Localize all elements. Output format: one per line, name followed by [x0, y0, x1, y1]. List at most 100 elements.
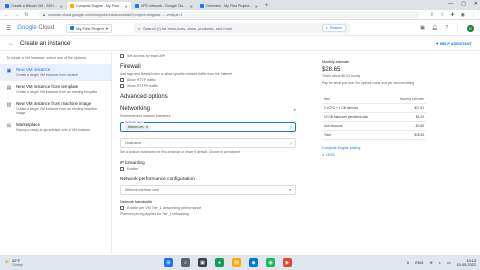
- google-cloud-logo[interactable]: Google Cloud: [17, 25, 54, 31]
- browser-tab[interactable]: Overview - My First Project... ✕: [197, 2, 261, 10]
- table-header-row: Item Monthly estimate: [322, 95, 426, 104]
- more-icon[interactable]: ⋮: [455, 25, 460, 31]
- pricing-link[interactable]: Compute Engine pricing: [322, 146, 474, 150]
- network-tags-field[interactable]: Network tags bitcoin-vm ✕ ?: [120, 120, 296, 132]
- close-tab-icon[interactable]: ✕: [190, 4, 193, 9]
- tab-title: VPC network - Google Cloud...: [141, 4, 188, 8]
- network-tag-chip: bitcoin-vm ✕: [125, 124, 152, 130]
- help-icon[interactable]: ?: [445, 25, 448, 31]
- search-input[interactable]: Search (/) for resources, docs, products…: [143, 26, 322, 31]
- networking-title: Networking: [120, 106, 151, 112]
- networking-section[interactable]: Networking ∧: [120, 106, 296, 112]
- close-window-icon[interactable]: ✕: [474, 1, 478, 7]
- help-icon[interactable]: ?: [290, 141, 292, 146]
- youtube-icon[interactable]: ▶: [283, 258, 292, 267]
- close-tab-icon[interactable]: ✕: [60, 4, 63, 9]
- project-selector[interactable]: My First Project ▾: [66, 23, 112, 33]
- back-arrow-icon[interactable]: ←: [8, 41, 14, 47]
- search-bar[interactable]: ⌕ Search (/) for resources, docs, produc…: [133, 23, 350, 33]
- search-icon: ⌕: [325, 26, 328, 30]
- start-icon[interactable]: ⊞: [164, 258, 173, 267]
- hostname-hint: Set a custom hostname for this instance …: [120, 150, 241, 154]
- option-desc: Create a single VM instance from scratch: [16, 73, 78, 77]
- language-indicator[interactable]: ENG: [415, 261, 423, 265]
- star-icon[interactable]: ☆: [440, 12, 444, 18]
- ip-forwarding-enable-label: Enable: [127, 167, 139, 171]
- chevron-up-icon[interactable]: ∧: [293, 107, 296, 112]
- forward-nav-icon[interactable]: →: [14, 12, 19, 18]
- option-desc: Create a single VM instance from an exis…: [16, 107, 98, 115]
- close-tab-icon[interactable]: ✕: [125, 4, 128, 9]
- share-icon[interactable]: ⇪: [430, 12, 434, 18]
- extensions-icon[interactable]: ✚: [450, 12, 454, 18]
- cost-item: Use discount: [322, 121, 388, 131]
- url-field[interactable]: 🔒︎ console.cloud.google.com/compute/inst…: [38, 11, 419, 18]
- option-from-template[interactable]: ▤ New VM instance from template Create a…: [0, 81, 111, 98]
- browser-tab-strip: Create a Bitcoin VM - SSH Virt... ✕ Comp…: [0, 0, 480, 10]
- remove-tag-icon[interactable]: ✕: [145, 125, 148, 129]
- search-button[interactable]: ⌕ Search: [321, 24, 346, 32]
- browser-tab[interactable]: Create a Bitcoin VM - SSH Virt... ✕: [2, 2, 66, 10]
- allow-http-checkbox[interactable]: [120, 78, 124, 82]
- header-icons: ▣ 🔔︎ ? ⋮ R: [420, 24, 474, 32]
- lock-icon: 🔒︎: [43, 12, 46, 17]
- weather-widget[interactable]: 62°F Sunny: [12, 259, 22, 267]
- option-new-vm[interactable]: ▣ New VM instance Create a single VM ins…: [0, 64, 111, 81]
- hostname-input[interactable]: Hostname: [125, 141, 141, 145]
- advanced-options-toggle[interactable]: Advanced options: [120, 94, 296, 100]
- taskbar-apps: ⊞ ⌕ ▣ ● ▤ ◆ ◉ ▶: [164, 258, 292, 267]
- file-explorer-icon[interactable]: ▤: [232, 258, 241, 267]
- volume-icon[interactable]: ◖: [439, 261, 441, 265]
- battery-icon[interactable]: ▭: [447, 260, 451, 265]
- option-desc: Create a single VM instance from an exis…: [16, 90, 98, 94]
- edge-icon[interactable]: ◆: [249, 258, 258, 267]
- spotify-icon[interactable]: ◉: [266, 258, 275, 267]
- clock[interactable]: 10:13 10-05-2022: [457, 259, 476, 267]
- cost-summary-panel: Monthly estimate $28.65 That's about $0.…: [318, 52, 478, 254]
- window-controls: — ▢ ✕: [448, 1, 478, 7]
- advanced-options-title: Advanced options: [120, 94, 168, 100]
- more-icon[interactable]: ⋮: [471, 12, 476, 18]
- option-from-machine-image[interactable]: ▥ New VM instance from machine image Cre…: [0, 98, 111, 119]
- instance-form: Set access for each API Firewall Add tag…: [120, 52, 296, 254]
- browser-tab[interactable]: VPC network - Google Cloud... ✕: [132, 2, 196, 10]
- allow-https-checkbox[interactable]: [120, 84, 124, 88]
- project-name: My First Project: [76, 25, 104, 31]
- ip-forwarding-title: IP forwarding: [120, 160, 145, 165]
- cost-table: Item Monthly estimate 2 vCPU + 4 GB memo…: [322, 95, 426, 140]
- avatar[interactable]: R: [467, 24, 474, 32]
- chrome-icon[interactable]: ●: [215, 258, 224, 267]
- network-interface-card-select[interactable]: Network interface card ▾: [120, 185, 296, 195]
- networking-desc: Hostname and network interfaces: [120, 114, 171, 118]
- browser-tab-active[interactable]: Compute Engine - My First Proj... ✕: [67, 2, 131, 10]
- wifi-icon[interactable]: ≋: [429, 260, 432, 265]
- notifications-icon[interactable]: 🔔︎: [432, 25, 438, 31]
- help-assistant-button[interactable]: ✦ HELP ASSISTANT: [436, 41, 472, 46]
- menu-icon[interactable]: ☰: [6, 25, 11, 32]
- maximize-icon[interactable]: ▢: [461, 1, 466, 7]
- search-icon[interactable]: ⌕: [181, 258, 190, 267]
- help-icon[interactable]: ?: [290, 125, 292, 130]
- profile-icon[interactable]: ◉: [461, 12, 465, 18]
- table-row-total: Total $28.65: [322, 130, 426, 140]
- api-access-row: Set access for each API: [120, 54, 296, 58]
- column-header: Monthly estimate: [387, 95, 426, 104]
- tier1-checkbox[interactable]: [120, 206, 124, 210]
- less-toggle[interactable]: ∧ LESS: [322, 153, 474, 157]
- api-access-checkbox[interactable]: [120, 54, 124, 58]
- table-row: 2 vCPU + 4 GB memory $27.51: [322, 103, 426, 113]
- new-tab-button[interactable]: +: [265, 2, 269, 10]
- task-view-icon[interactable]: ▣: [198, 258, 207, 267]
- option-marketplace[interactable]: ⊞ Marketplace Deploy a ready-to-go solut…: [0, 119, 111, 136]
- close-tab-icon[interactable]: ✕: [255, 4, 258, 9]
- minimize-icon[interactable]: —: [448, 1, 453, 7]
- cloud-shell-icon[interactable]: ▣: [420, 25, 425, 31]
- ip-forwarding-checkbox[interactable]: [120, 167, 124, 171]
- hostname-field[interactable]: Hostname ?: [120, 138, 296, 148]
- reload-icon[interactable]: ↻: [24, 12, 29, 18]
- chevron-up-icon[interactable]: ∧: [406, 260, 409, 265]
- network-tags-label: Network tags: [124, 120, 144, 124]
- project-icon: [70, 26, 75, 30]
- back-nav-icon[interactable]: ←: [4, 12, 9, 18]
- allow-http-label: Allow HTTP traffic: [127, 78, 156, 82]
